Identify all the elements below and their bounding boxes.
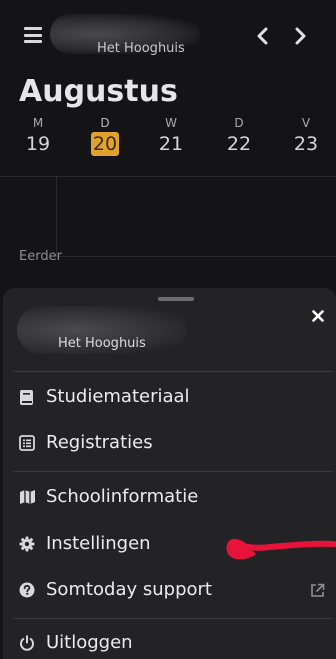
question-circle-icon [19, 582, 36, 599]
menu-sheet: Het Hooghuis Studiemateriaal Registratie… [3, 288, 336, 659]
top-bar: Het Hooghuis [0, 0, 336, 70]
day-letter: D [234, 116, 244, 130]
divider [13, 371, 333, 372]
menu-item-label: Registraties [46, 432, 153, 453]
day-thursday[interactable]: D 22 [219, 116, 259, 156]
week-strip: M 19 D 20 W 21 D 22 V 23 [0, 116, 336, 166]
chevron-left-icon[interactable] [256, 26, 270, 50]
day-letter: M [32, 116, 44, 130]
earlier-label: Eerder [19, 249, 62, 264]
divider [56, 256, 336, 257]
day-number-today: 20 [90, 132, 120, 156]
sheet-school-name: Het Hooghuis [58, 336, 146, 351]
menu-item-label: Schoolinformatie [46, 486, 199, 507]
book-icon [19, 389, 36, 406]
day-letter: D [100, 116, 110, 130]
drag-handle[interactable] [158, 297, 194, 301]
school-name: Het Hooghuis [97, 41, 185, 56]
day-number: 22 [226, 133, 252, 155]
chevron-right-icon[interactable] [293, 26, 307, 50]
external-link-icon [310, 583, 326, 599]
divider [13, 618, 333, 619]
day-wednesday[interactable]: W 21 [151, 116, 191, 156]
power-icon [19, 635, 36, 652]
day-letter: V [301, 116, 311, 130]
gear-icon [19, 536, 36, 553]
list-icon [19, 435, 36, 452]
day-letter: W [165, 116, 177, 130]
menu-item-label: Uitloggen [46, 632, 133, 653]
month-title: Augustus [19, 74, 178, 109]
divider [13, 471, 333, 472]
day-monday[interactable]: M 19 [18, 116, 58, 156]
menu-item-label: Studiemateriaal [46, 386, 190, 407]
day-number: 19 [25, 133, 51, 155]
time-gutter-line [56, 176, 57, 256]
day-number: 21 [158, 133, 184, 155]
map-icon [19, 489, 36, 506]
menu-item-label: Instellingen [46, 533, 151, 554]
divider [0, 176, 336, 177]
day-friday[interactable]: V 23 [286, 116, 326, 156]
day-number: 23 [293, 133, 319, 155]
menu-item-label: Somtoday support [46, 579, 212, 600]
menu-item-schoolinformatie[interactable]: Schoolinformatie [3, 476, 336, 520]
menu-item-registraties[interactable]: Registraties [3, 422, 336, 466]
red-arrow-annotation [226, 538, 336, 560]
hamburger-icon[interactable] [24, 27, 42, 43]
menu-item-somtoday-support[interactable]: Somtoday support [3, 569, 336, 613]
close-icon[interactable] [309, 308, 327, 326]
day-tuesday-today[interactable]: D 20 [85, 116, 125, 156]
menu-item-uitloggen[interactable]: Uitloggen [3, 622, 336, 659]
menu-item-studiemateriaal[interactable]: Studiemateriaal [3, 376, 336, 420]
